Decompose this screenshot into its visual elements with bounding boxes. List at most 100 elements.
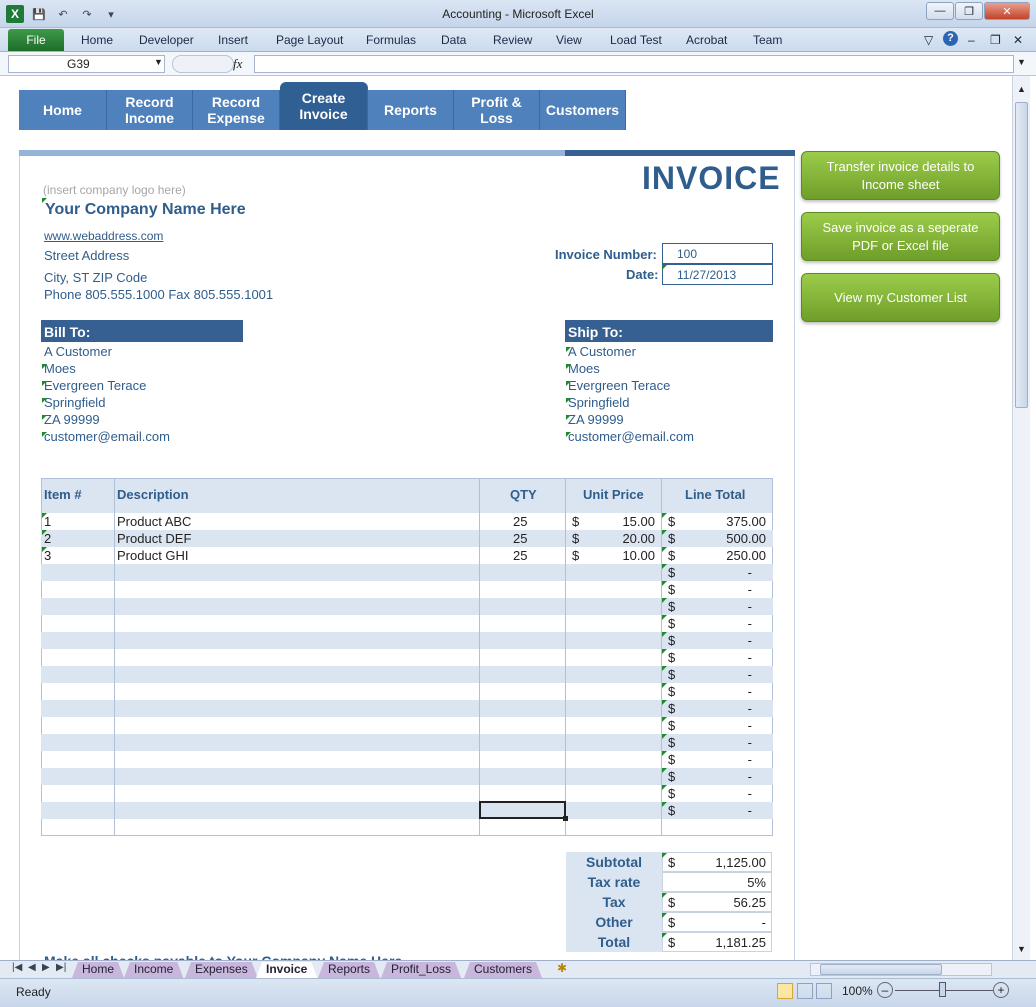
- selected-cell[interactable]: [479, 801, 566, 819]
- line-total-currency: $: [668, 599, 676, 614]
- formula-bar-expander[interactable]: [172, 55, 234, 73]
- item-line-total: -: [747, 752, 752, 767]
- totals-currency: $: [668, 935, 676, 950]
- page-break-view-icon[interactable]: [816, 983, 832, 999]
- invoice-number-field[interactable]: 100: [662, 243, 773, 264]
- tab-acrobat[interactable]: Acrobat: [686, 33, 727, 47]
- zoom-out-icon[interactable]: –: [877, 982, 893, 998]
- bill-to-line: Moes: [44, 361, 76, 376]
- minimize-button[interactable]: —: [926, 2, 954, 20]
- item-line-total: -: [747, 803, 752, 818]
- column-header-unit-price: Unit Price: [583, 487, 644, 502]
- zoom-level[interactable]: 100%: [842, 984, 873, 998]
- invoice-date-field[interactable]: 11/27/2013: [662, 264, 773, 285]
- tab-page-layout[interactable]: Page Layout: [276, 33, 343, 47]
- tab-load-test[interactable]: Load Test: [610, 33, 662, 47]
- workbook-minimize-icon[interactable]: –: [968, 33, 975, 47]
- workbook-close-icon[interactable]: ✕: [1013, 33, 1023, 47]
- tab-home[interactable]: Home: [81, 33, 113, 47]
- ship-to-line: A Customer: [568, 344, 636, 359]
- totals-value: 56.25: [733, 895, 766, 910]
- help-icon[interactable]: ?: [943, 31, 958, 46]
- sheet-tab-expenses[interactable]: Expenses: [185, 962, 258, 978]
- normal-view-icon[interactable]: [777, 983, 793, 999]
- cell-note-marker: [662, 632, 667, 637]
- ribbon-minimize-icon[interactable]: ▽: [924, 33, 933, 47]
- tab-view[interactable]: View: [556, 33, 582, 47]
- tab-formulas[interactable]: Formulas: [366, 33, 416, 47]
- item-qty[interactable]: 25: [513, 548, 527, 563]
- bill-to-line: Springfield: [44, 395, 106, 410]
- status-ready: Ready: [16, 985, 51, 999]
- sheet-tab-invoice[interactable]: Invoice: [256, 962, 317, 978]
- formula-expand-icon[interactable]: ▼: [1017, 57, 1026, 67]
- unit-price-currency: $: [572, 548, 580, 563]
- sheet-tab-reports[interactable]: Reports: [318, 962, 380, 978]
- workbook-restore-icon[interactable]: ❐: [990, 33, 1001, 47]
- insert-function-icon[interactable]: fx: [233, 56, 242, 72]
- fill-handle[interactable]: [563, 816, 568, 821]
- vertical-scrollbar[interactable]: ▲ ▼: [1012, 76, 1030, 960]
- sheet-tab-income[interactable]: Income: [124, 962, 183, 978]
- save-invoice-button[interactable]: Save invoice as a seperate PDF or Excel …: [801, 212, 1000, 261]
- item-unit-price[interactable]: 15.00: [580, 514, 655, 529]
- scroll-down-icon[interactable]: ▼: [1017, 944, 1026, 954]
- view-customer-list-button[interactable]: View my Customer List: [801, 273, 1000, 322]
- next-sheet-icon[interactable]: ▶: [42, 962, 50, 973]
- vertical-scroll-thumb[interactable]: [1015, 102, 1028, 408]
- item-description[interactable]: Product DEF: [117, 531, 191, 546]
- company-website-link[interactable]: www.webaddress.com: [44, 229, 163, 243]
- cell-note-marker: [662, 853, 667, 858]
- logo-placeholder: (insert company logo here): [43, 183, 186, 197]
- item-line-total: -: [747, 684, 752, 699]
- nav-customers-button[interactable]: Customers: [540, 90, 626, 130]
- last-sheet-icon[interactable]: ▶|: [56, 962, 66, 973]
- transfer-invoice-button[interactable]: Transfer invoice details to Income sheet: [801, 151, 1000, 200]
- item-line-total: -: [747, 633, 752, 648]
- file-tab[interactable]: File: [8, 29, 64, 51]
- cell-note-marker: [662, 265, 667, 270]
- item-qty[interactable]: 25: [513, 514, 527, 529]
- page-layout-view-icon[interactable]: [797, 983, 813, 999]
- item-description[interactable]: Product ABC: [117, 514, 191, 529]
- restore-button[interactable]: ❐: [955, 2, 983, 20]
- name-box-dropdown-icon[interactable]: ▼: [154, 57, 163, 67]
- zoom-in-icon[interactable]: +: [993, 982, 1009, 998]
- item-unit-price[interactable]: 20.00: [580, 531, 655, 546]
- close-button[interactable]: ✕: [984, 2, 1030, 20]
- item-qty[interactable]: 25: [513, 531, 527, 546]
- item-line-total: -: [747, 599, 752, 614]
- cell-note-marker: [42, 432, 47, 437]
- tab-developer[interactable]: Developer: [139, 33, 194, 47]
- horizontal-scroll-thumb[interactable]: [820, 964, 942, 975]
- formula-input[interactable]: [254, 55, 1014, 73]
- prev-sheet-icon[interactable]: ◀: [28, 962, 36, 973]
- zoom-slider-thumb[interactable]: [939, 982, 946, 997]
- tab-data[interactable]: Data: [441, 33, 466, 47]
- column-header-line-total: Line Total: [685, 487, 746, 502]
- item-line-total: -: [747, 667, 752, 682]
- nav-profit-loss-button[interactable]: Profit & Loss: [454, 90, 540, 130]
- sheet-tab-profit-loss[interactable]: Profit_Loss: [381, 962, 461, 978]
- tab-team[interactable]: Team: [753, 33, 782, 47]
- tab-insert[interactable]: Insert: [218, 33, 248, 47]
- item-unit-price[interactable]: 10.00: [580, 548, 655, 563]
- nav-home-button[interactable]: Home: [19, 90, 107, 130]
- item-description[interactable]: Product GHI: [117, 548, 189, 563]
- insert-sheet-icon[interactable]: ✱: [557, 961, 567, 975]
- totals-value: 5%: [747, 875, 766, 890]
- nav-create-invoice-button[interactable]: Create Invoice: [280, 82, 368, 130]
- ship-to-header: Ship To:: [565, 320, 773, 342]
- totals-currency: $: [668, 895, 676, 910]
- sheet-tab-customers[interactable]: Customers: [464, 962, 542, 978]
- tab-review[interactable]: Review: [493, 33, 532, 47]
- scroll-up-icon[interactable]: ▲: [1017, 84, 1026, 94]
- name-box[interactable]: G39: [8, 55, 165, 73]
- nav-record-income-button[interactable]: Record Income: [107, 90, 193, 130]
- first-sheet-icon[interactable]: |◀: [12, 962, 22, 973]
- cell-note-marker: [42, 381, 47, 386]
- nav-reports-button[interactable]: Reports: [368, 90, 454, 130]
- nav-record-expense-button[interactable]: Record Expense: [193, 90, 280, 130]
- sheet-tab-home[interactable]: Home: [72, 962, 124, 978]
- cell-note-marker: [662, 751, 667, 756]
